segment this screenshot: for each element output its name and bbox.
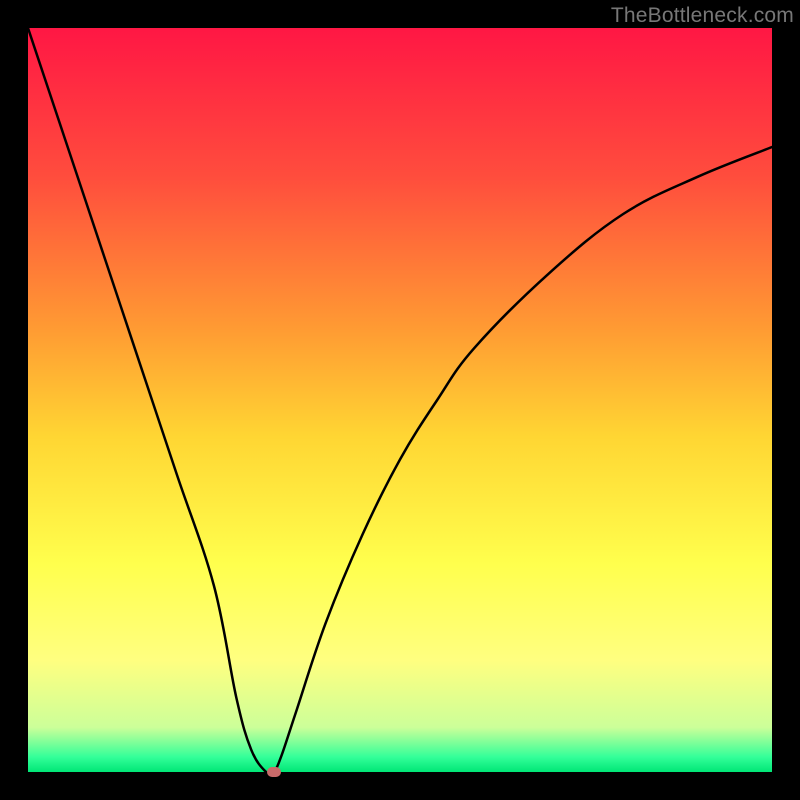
bottleneck-curve <box>28 28 772 772</box>
watermark-text: TheBottleneck.com <box>611 4 794 28</box>
optimum-marker <box>267 767 281 777</box>
chart-frame: TheBottleneck.com <box>0 0 800 800</box>
chart-plot-area <box>28 28 772 772</box>
